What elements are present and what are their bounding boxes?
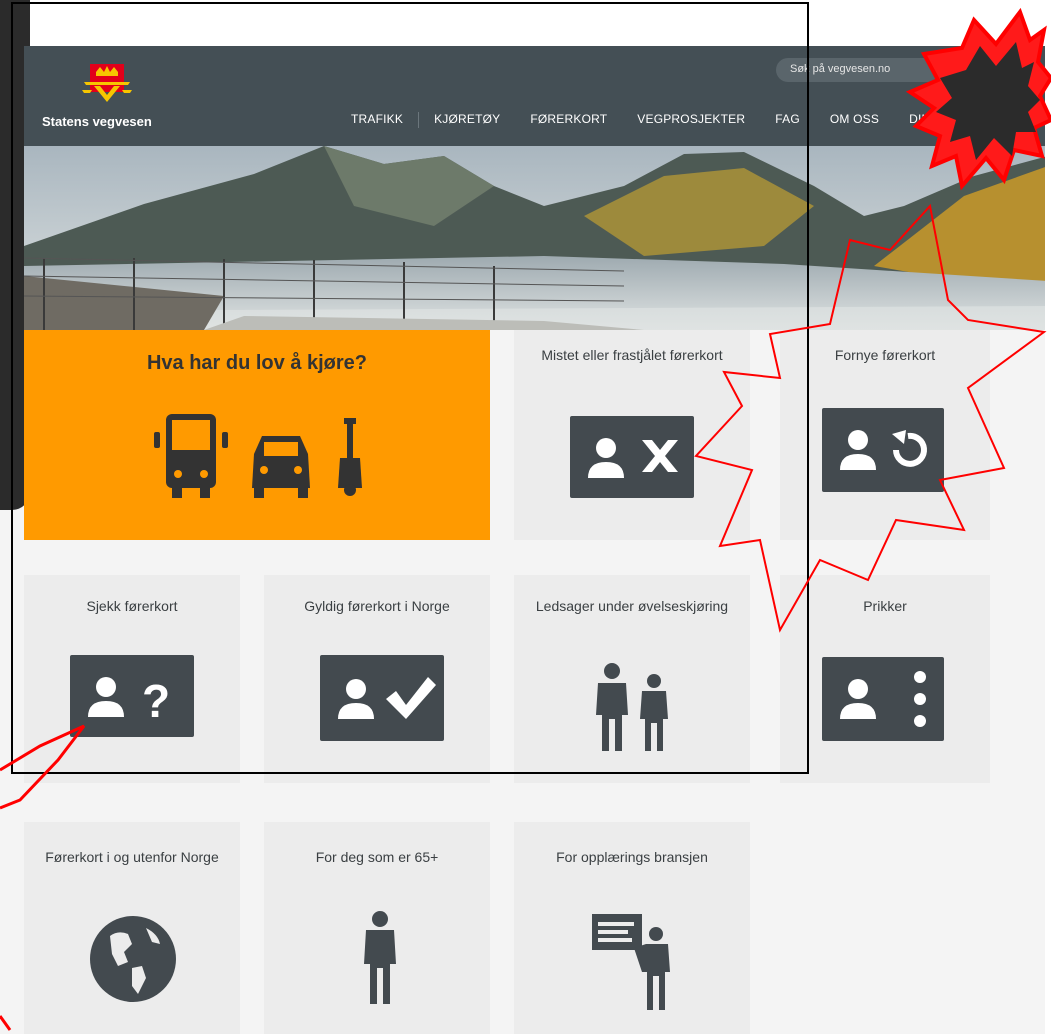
license-card-icon (570, 416, 694, 498)
nav-trafikk[interactable]: TRAFIKK (336, 112, 418, 128)
license-card-icon (822, 408, 944, 492)
tile-what-can-you-drive[interactable]: Hva har du lov å kjøre? (24, 330, 490, 540)
background-top (30, 0, 1051, 46)
svg-text:?: ? (142, 675, 170, 727)
red-corner-mark (0, 1015, 12, 1031)
tile-title: Sjekk førerkort (86, 598, 178, 614)
tile-training-industry[interactable]: For opplærings bransjen (514, 822, 750, 1034)
background-edge (1045, 0, 1051, 1034)
person-dots-icon (840, 671, 926, 727)
search-icon[interactable] (956, 63, 968, 75)
screenshot-stage: Statens vegvesen Søk på vegvesen.no Lang… (0, 0, 1051, 1034)
two-persons-icon (596, 663, 668, 751)
nav-kjoretoy[interactable]: KJØRETØY (419, 112, 515, 128)
tile-title: Gyldig førerkort i Norge (304, 598, 450, 614)
nav-forerkort[interactable]: FØRERKORT (515, 112, 622, 128)
nav-om-oss[interactable]: OM OSS (815, 112, 894, 128)
tile-companion[interactable]: Ledsager under øvelseskjøring (514, 575, 750, 783)
tile-title: Førerkort i og utenfor Norge (45, 849, 219, 865)
tile-title: For deg som er 65+ (315, 849, 439, 865)
tile-lost-license[interactable]: Mistet eller frastjålet førerkort (514, 330, 750, 540)
search-input[interactable]: Søk på vegvesen.no (776, 58, 986, 82)
tile-points[interactable]: Prikker (780, 575, 990, 783)
hero-landscape-image (24, 146, 1048, 330)
tile-title: For opplærings bransjen (556, 849, 708, 865)
license-card-icon: ? (70, 655, 194, 737)
person-refresh-icon (840, 430, 927, 470)
tile-title: Mistet eller frastjålet førerkort (541, 347, 723, 363)
nav-din-side[interactable]: DIN SIDE (894, 112, 978, 128)
tile-title: Hva har du lov å kjøre? (146, 352, 368, 374)
vehicles-icon (154, 414, 362, 498)
tile-renew-license[interactable]: Fornye førerkort (780, 330, 990, 540)
tile-senior[interactable]: For deg som er 65+ (264, 822, 490, 1034)
license-card-icon (822, 657, 944, 741)
license-card-icon (320, 655, 444, 741)
nav-fag[interactable]: FAG (760, 112, 815, 128)
language-selector[interactable]: Language (986, 62, 1035, 74)
tile-title: Prikker (863, 598, 907, 614)
nav-vegprosjekter[interactable]: VEGPROSJEKTER (622, 112, 760, 128)
brand-name[interactable]: Statens vegvesen (42, 114, 152, 129)
main-nav: TRAFIKK KJØRETØY FØRERKORT VEGPROSJEKTER… (336, 112, 978, 128)
person-check-icon (338, 677, 436, 719)
tile-check-license[interactable]: Sjekk førerkort ? (24, 575, 240, 783)
tile-title: Ledsager under øvelseskjøring (535, 598, 729, 614)
search-placeholder: Søk på vegvesen.no (790, 63, 891, 75)
presenter-icon (592, 914, 670, 1010)
person-icon (364, 911, 396, 1004)
tile-title: Fornye førerkort (834, 347, 936, 363)
tile-valid-license[interactable]: Gyldig førerkort i Norge (264, 575, 490, 783)
site-header: Statens vegvesen Søk på vegvesen.no Lang… (24, 46, 1048, 146)
person-question-icon: ? (88, 675, 170, 727)
logo-icon[interactable] (82, 64, 132, 110)
globe-icon (90, 916, 176, 1002)
tile-license-abroad[interactable]: Førerkort i og utenfor Norge (24, 822, 240, 1034)
person-x-icon (588, 438, 678, 478)
